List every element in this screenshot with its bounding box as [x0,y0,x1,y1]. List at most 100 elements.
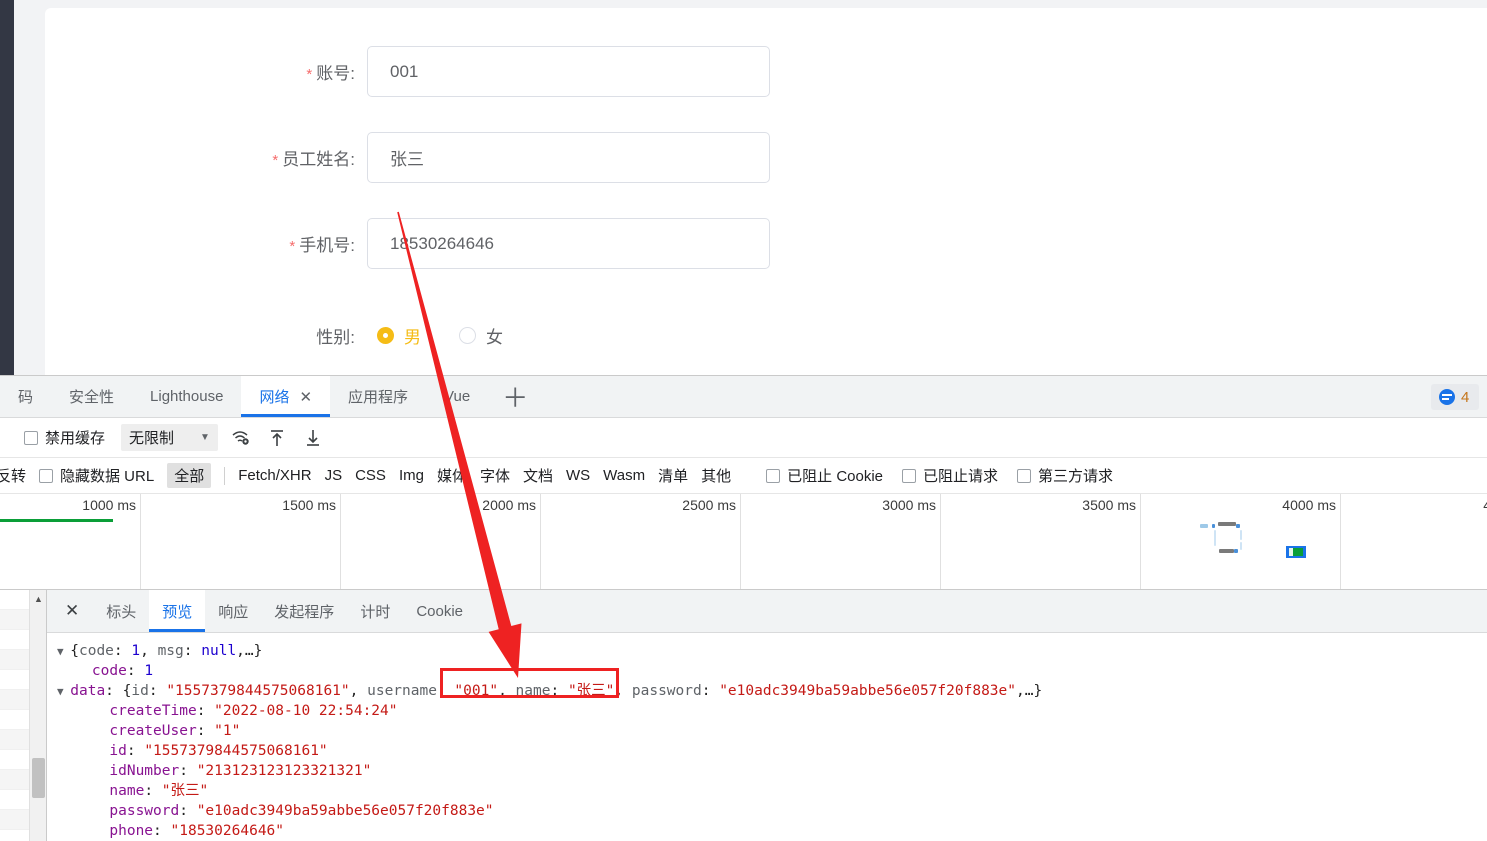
json-line[interactable]: name: "张三" [57,781,1487,801]
blocked-cookies-checkbox[interactable]: 已阻止 Cookie [766,465,883,486]
app-side-rail [0,0,14,375]
request-list[interactable]: ▲ ▼ 类资源 [0,590,47,841]
json-token: createTime [109,703,197,719]
close-icon[interactable]: ✕ [299,388,312,406]
json-token: : [183,643,202,659]
json-line[interactable]: idNumber: "213123123123321321" [57,761,1487,781]
radio-female[interactable]: 女 [459,323,503,348]
application-viewport: * 账号: 001 * 员工姓名: 张三 * 手机号: 18530264646 … [0,0,1487,375]
filter-type-all[interactable]: 全部 [167,463,212,488]
json-token: : [148,683,167,699]
json-line[interactable]: createUser: "1" [57,721,1487,741]
json-token: 1 [131,643,141,659]
filter-type-ws[interactable]: WS [566,467,590,484]
checkbox-icon[interactable] [39,468,54,483]
disable-cache-checkbox[interactable]: 禁用缓存 [24,427,105,448]
checkbox-icon[interactable] [24,430,38,445]
json-token: "e10adc3949ba59abbe56e057f20f883e" [196,803,494,819]
export-har-icon[interactable] [300,425,326,451]
third-party-checkbox[interactable]: 第三方请求 [1017,465,1113,486]
filter-type-manifest[interactable]: 清单 [658,465,688,486]
timeline-gridline [540,494,541,589]
import-har-icon[interactable] [264,425,290,451]
expand-triangle-icon[interactable]: ▼ [57,685,70,698]
tab-label: 码 [18,389,34,406]
json-line[interactable]: ▼ data: {id: "1557379844575068161", user… [57,681,1487,701]
console-message-badge[interactable]: 4 [1431,384,1479,410]
timeline-gridline [340,494,341,589]
json-token: code [78,643,114,659]
json-preview-tree[interactable]: ▼ {code: 1, msg: null,…} code: 1 ▼ data: … [47,633,1487,841]
detail-tab-timing[interactable]: 计时 [347,590,403,632]
filter-type-media[interactable]: 媒体 [437,465,467,486]
checkbox-icon[interactable] [902,468,917,483]
throttle-select[interactable]: 无限制 ▼ [121,424,218,451]
filter-type-img[interactable]: Img [399,467,424,484]
filter-type-css[interactable]: CSS [355,467,386,484]
filter-type-wasm[interactable]: Wasm [603,467,645,484]
network-throttle-icon[interactable] [228,425,254,451]
filter-type-other[interactable]: 其他 [701,465,731,486]
radio-male-dot-icon[interactable] [377,327,394,344]
blocked-requests-checkbox[interactable]: 已阻止请求 [902,465,998,486]
label-gender: 性别: [316,328,355,347]
json-line[interactable]: ▼ {code: 1, msg: null,…} [57,641,1487,661]
tab-sources-partial[interactable]: 码 [0,376,51,417]
network-timeline-overview[interactable]: 1000 ms 1500 ms 2000 ms 2500 ms 3000 ms … [0,494,1487,590]
json-token: data [70,683,106,699]
json-line[interactable]: phone: "18530264646" [57,821,1487,841]
detail-tab-cookie[interactable]: Cookie [403,590,476,632]
scrollbar-thumb[interactable] [32,758,45,798]
invert-label[interactable]: 反转 [0,465,26,486]
add-tab-icon[interactable]: ＋ [488,376,542,417]
phone-input[interactable]: 18530264646 [367,218,770,269]
tab-network[interactable]: 网络 ✕ [241,376,331,417]
detail-tab-response[interactable]: 响应 [205,590,261,632]
radio-female-dot-icon[interactable] [459,327,476,344]
filter-type-js[interactable]: JS [325,467,343,484]
timeline-tick-label: 4 [1483,497,1487,513]
gender-radio-group[interactable]: 男 女 [367,323,503,348]
tab-vue[interactable]: Vue [426,376,488,417]
tab-label: 网络 [259,389,290,406]
timeline-request-bar [1240,530,1242,540]
radio-female-label: 女 [486,328,503,347]
json-token: password [631,683,702,699]
scroll-up-icon[interactable]: ▲ [30,590,46,607]
json-token: : [179,803,197,819]
detail-tab-headers[interactable]: 标头 [93,590,149,632]
hide-data-url-checkbox[interactable]: 隐藏数据 URL [39,465,154,486]
expand-triangle-icon[interactable]: ▼ [57,645,70,658]
request-list-scrollbar[interactable]: ▲ ▼ [29,590,46,841]
json-line[interactable]: password: "e10adc3949ba59abbe56e057f20f8… [57,801,1487,821]
account-input[interactable]: 001 [367,46,770,97]
checkbox-icon[interactable] [766,468,781,483]
tab-lighthouse[interactable]: Lighthouse [132,376,241,417]
radio-male[interactable]: 男 [377,323,421,348]
divider [224,466,226,485]
filter-type-doc[interactable]: 文档 [523,465,553,486]
json-line[interactable]: id: "1557379844575068161" [57,741,1487,761]
detail-tab-preview[interactable]: 预览 [149,590,206,632]
json-token: , [498,683,516,699]
json-line[interactable]: createTime: "2022-08-10 22:54:24" [57,701,1487,721]
tab-label: Lighthouse [150,388,224,405]
detail-tab-initiator[interactable]: 发起程序 [261,590,347,632]
filter-type-font[interactable]: 字体 [480,465,510,486]
phone-input-value: 18530264646 [390,233,495,253]
detail-tab-label: 预览 [162,603,193,621]
detail-tab-label: 计时 [360,603,391,621]
timeline-gridline [1140,494,1141,589]
tab-security[interactable]: 安全性 [51,376,132,417]
tab-application[interactable]: 应用程序 [330,376,426,417]
json-token: "张三" [161,783,209,799]
json-line[interactable]: code: 1 [57,661,1487,681]
timeline-request-bar [1219,549,1234,553]
filter-type-fetch-xhr[interactable]: Fetch/XHR [238,467,311,484]
close-detail-icon[interactable]: ✕ [51,590,93,632]
checkbox-icon[interactable] [1017,468,1032,483]
timeline-tick-label: 3500 ms [1082,497,1136,513]
chevron-down-icon[interactable]: ▼ [200,432,210,443]
employee-name-input[interactable]: 张三 [367,132,770,183]
